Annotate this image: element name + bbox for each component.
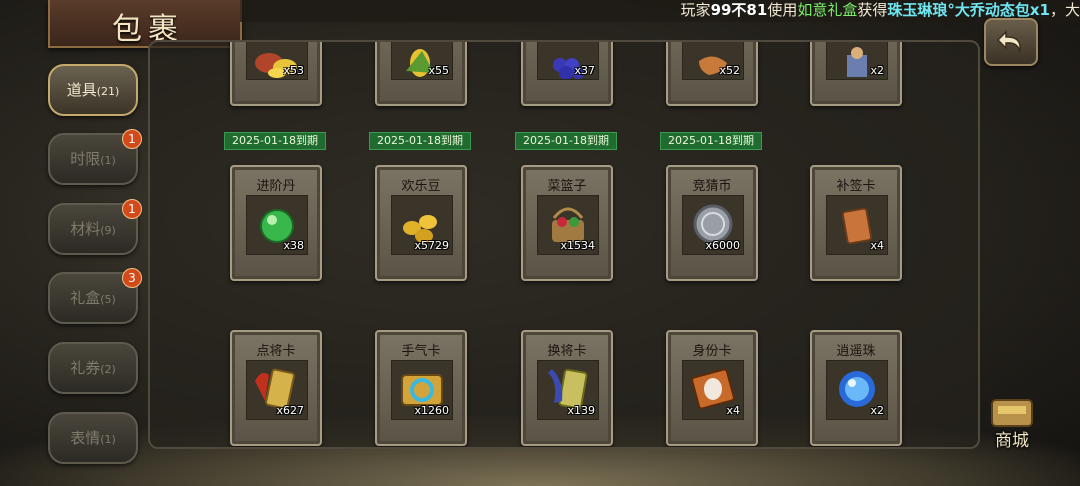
item-slot-identity-card[interactable]: 身份卡 x4 — [666, 330, 758, 446]
item-slot-cake[interactable]: x52 2025-01-18到期 — [660, 42, 762, 150]
announcement-marquee: 玩家99不81使用如意礼盒获得珠玉琳琅°大乔动态包x1，大 — [240, 0, 1080, 22]
item-slot-food[interactable]: x53 2025-01-18到期 — [224, 42, 326, 150]
marquee-used: 使用 — [767, 1, 798, 19]
tab-items-label: 道具 — [66, 81, 97, 99]
tab-materials[interactable]: 材料(9) 1 — [48, 199, 142, 255]
tab-timed-count: (1) — [100, 154, 116, 167]
tab-materials-count: (9) — [100, 224, 116, 237]
item-name: 菜篮子 — [547, 179, 587, 194]
marquee-prefix: 玩家 — [680, 1, 711, 19]
item-name: 欢乐豆 — [401, 179, 441, 194]
tab-materials-badge: 1 — [122, 199, 142, 219]
item-count: x4 — [726, 404, 740, 417]
item-name: 竞猜币 — [692, 179, 732, 194]
tab-items[interactable]: 道具(21) — [48, 64, 138, 116]
expiry-label: 2025-01-18到期 — [224, 132, 326, 150]
tab-giftbox-badge: 3 — [122, 268, 142, 288]
item-slot-free-orb[interactable]: 逍遥珠 x2 — [810, 330, 902, 446]
item-name: 手气卡 — [401, 344, 441, 359]
item-name: 进阶丹 — [256, 179, 296, 194]
tab-giftbox-count: (5) — [100, 293, 116, 306]
expiry-label: 2025-01-18到期 — [515, 132, 617, 150]
item-count: x53 — [283, 64, 304, 77]
shop-button[interactable]: 商城 — [984, 394, 1040, 451]
item-count: x38 — [283, 239, 304, 252]
tab-emotes[interactable]: 表情(1) — [48, 412, 138, 464]
item-count: x37 — [574, 64, 595, 77]
tab-emotes-count: (1) — [100, 433, 116, 446]
tab-materials-label: 材料 — [70, 220, 101, 238]
item-slot-swap-card[interactable]: 换将卡 x139 — [521, 330, 613, 446]
item-count: x139 — [567, 404, 595, 417]
back-arrow-icon — [996, 30, 1021, 53]
tab-vouchers[interactable]: 礼券(2) — [48, 342, 138, 394]
item-count: x4 — [870, 239, 884, 252]
tab-items-count: (21) — [96, 85, 120, 98]
tab-giftbox[interactable]: 礼盒(5) 3 — [48, 268, 142, 324]
item-slot-happy-beans[interactable]: 欢乐豆 x5729 — [375, 165, 467, 281]
shop-label: 商城 — [995, 431, 1029, 451]
item-slot-veg-basket[interactable]: 菜篮子 x1534 — [521, 165, 613, 281]
item-name: 点将卡 — [256, 344, 296, 359]
inventory-panel[interactable]: x53 2025-01-18到期 x55 2025-01-18到期 x37 20… — [148, 40, 980, 449]
tab-emotes-label: 表情 — [70, 429, 101, 447]
marquee-tail: ，大 — [1049, 1, 1080, 19]
tab-vouchers-label: 礼券 — [70, 359, 101, 377]
item-name: 换将卡 — [547, 344, 587, 359]
item-name: 补签卡 — [836, 179, 876, 194]
item-slot-makeup-card[interactable]: 补签卡 x4 — [810, 165, 902, 281]
item-name: 身份卡 — [692, 344, 732, 359]
item-slot-warrior[interactable]: x2 — [810, 42, 902, 106]
marquee-obtained: 获得 — [857, 1, 888, 19]
item-count: x6000 — [705, 239, 740, 252]
tab-giftbox-label: 礼盒 — [70, 289, 101, 307]
tab-timed-label: 时限 — [70, 150, 101, 168]
item-count: x627 — [276, 404, 304, 417]
marquee-item: 如意礼盒 — [797, 1, 858, 19]
item-slot-general-card[interactable]: 点将卡 x627 — [230, 330, 322, 446]
tab-vouchers-count: (2) — [100, 363, 116, 376]
marquee-reward: 珠玉琳琅°大乔动态包x1 — [887, 1, 1050, 19]
item-name: 逍遥珠 — [836, 344, 876, 359]
item-count: x5729 — [414, 239, 449, 252]
item-count: x2 — [870, 64, 884, 77]
item-count: x2 — [870, 404, 884, 417]
expiry-label: 2025-01-18到期 — [660, 132, 762, 150]
item-slot-advance-pill[interactable]: 进阶丹 x38 — [230, 165, 322, 281]
item-count: x1534 — [560, 239, 595, 252]
item-slot-grape[interactable]: x37 2025-01-18到期 — [515, 42, 617, 150]
back-button[interactable] — [984, 18, 1038, 66]
expiry-label: 2025-01-18到期 — [369, 132, 471, 150]
item-slot-corn[interactable]: x55 2025-01-18到期 — [369, 42, 471, 150]
tab-timed[interactable]: 时限(1) 1 — [48, 129, 142, 185]
item-slot-quiz-coin[interactable]: 竞猜币 x6000 — [666, 165, 758, 281]
item-count: x1260 — [414, 404, 449, 417]
tab-timed-badge: 1 — [122, 129, 142, 149]
item-slot-luck-card[interactable]: 手气卡 x1260 — [375, 330, 467, 446]
item-count: x52 — [719, 64, 740, 77]
item-count: x55 — [428, 64, 449, 77]
marquee-player: 99不81 — [710, 1, 768, 19]
